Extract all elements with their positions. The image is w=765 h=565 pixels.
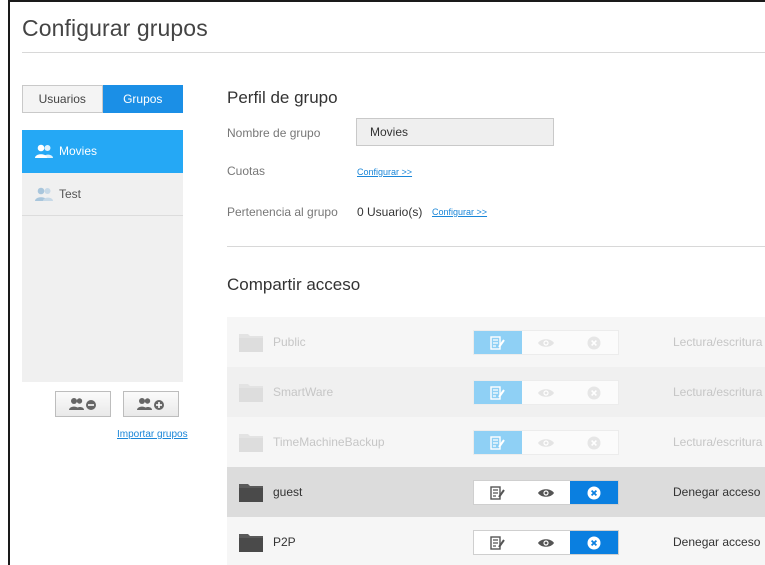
access-level-text: Lectura/escritura	[673, 435, 763, 449]
access-level-text: Lectura/escritura	[673, 385, 763, 399]
section-divider	[227, 246, 765, 247]
share-row-timemachinebackup: TimeMachineBackup Lectura/escritura	[227, 417, 765, 467]
read-only-button[interactable]	[522, 481, 570, 504]
group-add-icon	[137, 398, 164, 410]
group-icon	[35, 187, 53, 201]
share-name: SmartWare	[273, 385, 334, 399]
configure-membership-link[interactable]: Configurar >>	[432, 207, 487, 217]
deny-icon	[587, 486, 601, 499]
group-name-label: Nombre de grupo	[227, 126, 321, 140]
group-profile-heading: Perfil de grupo	[227, 88, 338, 107]
group-item-test[interactable]: Test	[22, 173, 183, 216]
edit-icon	[490, 485, 505, 500]
deny-access-button	[570, 381, 618, 404]
folder-icon	[239, 484, 263, 502]
share-name: TimeMachineBackup	[273, 435, 385, 449]
group-name-field[interactable]	[356, 118, 554, 146]
permission-selector	[473, 480, 619, 505]
folder-icon	[239, 334, 263, 352]
access-level-text: Lectura/escritura	[673, 335, 763, 349]
group-item-label: Test	[59, 187, 82, 201]
user-group-toggle: Usuarios Grupos	[22, 85, 183, 113]
edit-icon	[490, 385, 505, 400]
read-write-button[interactable]	[474, 481, 522, 504]
remove-group-button[interactable]	[55, 391, 111, 417]
share-row-smartware: SmartWare Lectura/escritura	[227, 367, 765, 417]
group-icon	[35, 144, 53, 158]
folder-icon	[239, 434, 263, 452]
tab-usuarios[interactable]: Usuarios	[22, 85, 103, 113]
deny-icon	[587, 436, 601, 449]
configure-quota-link[interactable]: Configurar >>	[357, 167, 412, 177]
eye-icon	[538, 338, 554, 347]
group-item-label: Movies	[59, 144, 98, 158]
group-list: Movies Test	[22, 130, 183, 382]
read-only-button	[522, 431, 570, 454]
share-access-heading: Compartir acceso	[227, 275, 361, 294]
share-name: guest	[273, 485, 303, 499]
share-row-p2p: P2P Denegar acceso	[227, 517, 765, 565]
share-row-guest: guest Denegar acceso	[227, 467, 765, 517]
read-write-button[interactable]	[474, 531, 522, 554]
deny-icon	[587, 336, 601, 349]
share-name: P2P	[273, 535, 296, 549]
read-only-button	[522, 331, 570, 354]
membership-count: 0 Usuario(s)	[357, 205, 423, 219]
eye-icon	[538, 388, 554, 397]
deny-access-button[interactable]	[570, 481, 618, 504]
eye-icon	[538, 438, 554, 447]
read-only-button[interactable]	[522, 531, 570, 554]
tab-grupos[interactable]: Grupos	[102, 85, 183, 113]
eye-icon	[538, 538, 554, 547]
deny-icon	[587, 386, 601, 399]
access-level-text: Denegar acceso	[673, 535, 761, 549]
read-write-button	[474, 431, 522, 454]
permission-selector	[473, 380, 619, 405]
deny-access-button[interactable]	[570, 531, 618, 554]
deny-icon	[587, 536, 601, 549]
title-divider	[22, 52, 765, 53]
import-groups-link[interactable]: Importar grupos	[117, 429, 188, 440]
add-group-button[interactable]	[123, 391, 179, 417]
edit-icon	[490, 435, 505, 450]
read-only-button	[522, 381, 570, 404]
eye-icon	[538, 488, 554, 497]
page-title: Configurar grupos	[22, 15, 208, 41]
membership-label: Pertenencia al grupo	[227, 205, 338, 219]
window-frame-top	[8, 0, 765, 2]
group-item-movies[interactable]: Movies	[22, 130, 183, 173]
read-write-button	[474, 331, 522, 354]
share-row-public: Public Lectura/escritura	[227, 317, 765, 367]
quota-label: Cuotas	[227, 164, 266, 178]
permission-selector	[473, 530, 619, 555]
folder-icon	[239, 384, 263, 402]
permission-selector	[473, 330, 619, 355]
deny-access-button	[570, 331, 618, 354]
deny-access-button	[570, 431, 618, 454]
access-level-text: Denegar acceso	[673, 485, 761, 499]
edit-icon	[490, 335, 505, 350]
share-name: Public	[273, 335, 306, 349]
edit-icon	[490, 535, 505, 550]
permission-selector	[473, 430, 619, 455]
group-remove-icon	[69, 398, 96, 410]
folder-icon	[239, 534, 263, 552]
read-write-button	[474, 381, 522, 404]
window-frame-left	[8, 0, 10, 565]
